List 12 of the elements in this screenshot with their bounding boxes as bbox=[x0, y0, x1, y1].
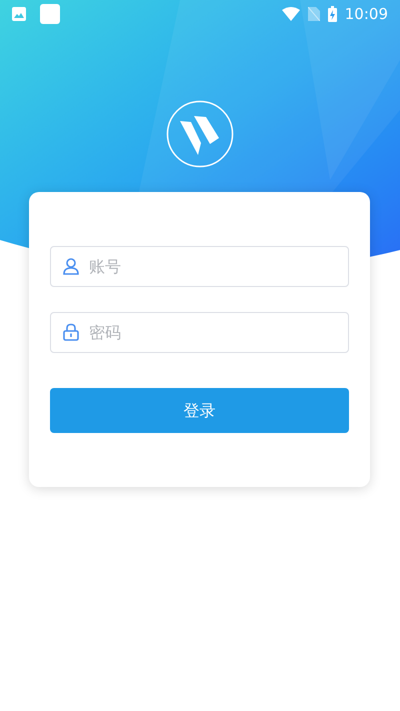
username-field[interactable]: 账号 bbox=[50, 246, 349, 287]
lock-icon bbox=[62, 323, 80, 341]
image-icon bbox=[12, 7, 26, 21]
clock-time: 10:09 bbox=[344, 4, 388, 25]
battery-charging-icon bbox=[328, 6, 337, 22]
wifi-icon bbox=[282, 7, 300, 21]
no-sim-icon bbox=[308, 7, 320, 21]
password-field[interactable]: 密码 bbox=[50, 312, 349, 353]
logo-icon bbox=[166, 100, 234, 168]
login-button[interactable]: 登录 bbox=[50, 388, 349, 433]
app-icon bbox=[40, 4, 60, 24]
user-icon bbox=[62, 257, 80, 275]
